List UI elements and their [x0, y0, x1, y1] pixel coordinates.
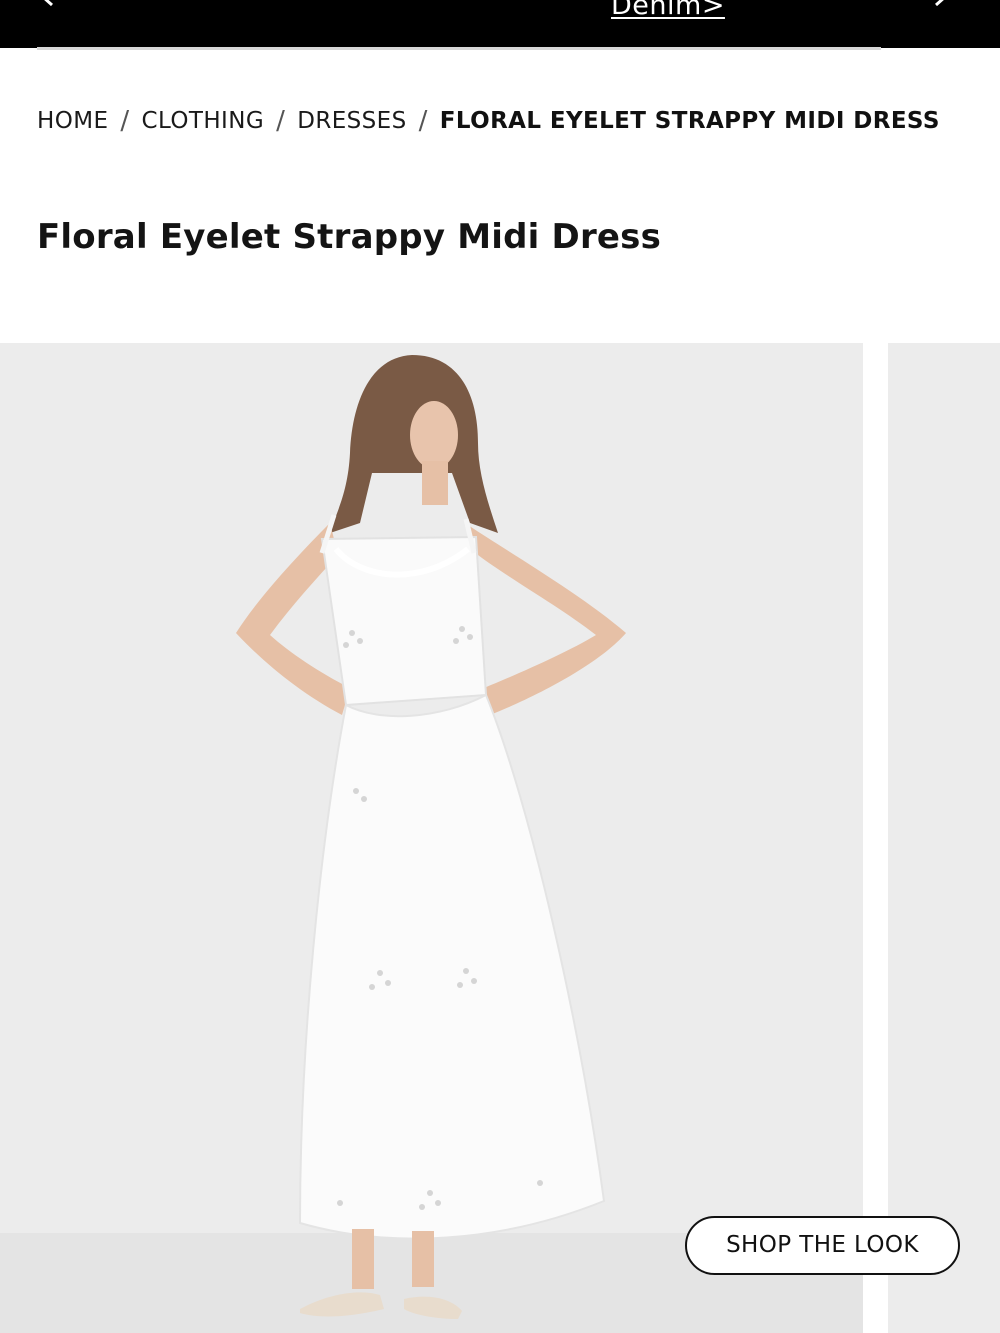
product-image[interactable]: [0, 343, 863, 1333]
breadcrumb-current: FLORAL EYELET STRAPPY MIDI DRESS: [439, 108, 940, 134]
shop-the-look-button[interactable]: SHOP THE LOOK: [685, 1216, 960, 1275]
product-photo: [0, 343, 863, 1333]
chevron-right-icon[interactable]: [930, 0, 952, 8]
header-divider: [37, 47, 881, 50]
page-title: Floral Eyelet Strappy Midi Dress: [37, 217, 662, 257]
breadcrumb-home[interactable]: HOME: [37, 104, 108, 138]
product-gallery[interactable]: SHOP THE LOOK: [0, 343, 1000, 1333]
breadcrumb-clothing[interactable]: CLOTHING: [142, 104, 265, 138]
breadcrumb-dresses[interactable]: DRESSES: [297, 104, 406, 138]
breadcrumb: HOME / CLOTHING / DRESSES / FLORAL EYELE…: [37, 104, 940, 138]
promo-banner: Denim>: [0, 0, 1000, 48]
chevron-left-icon[interactable]: [36, 0, 58, 8]
promo-link[interactable]: Denim>: [611, 0, 725, 22]
breadcrumb-separator: /: [276, 106, 286, 136]
next-product-image[interactable]: [888, 343, 1000, 1333]
breadcrumb-separator: /: [418, 106, 428, 136]
breadcrumb-separator: /: [120, 106, 130, 136]
